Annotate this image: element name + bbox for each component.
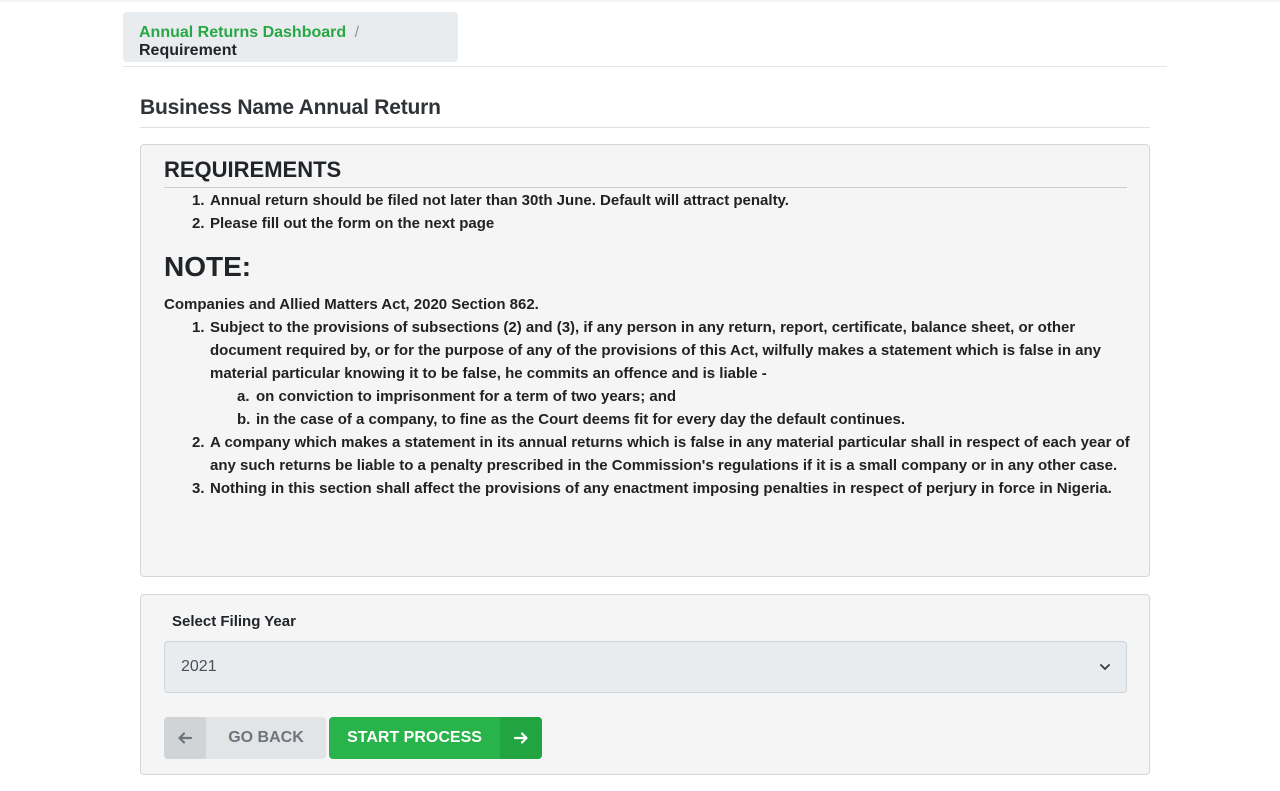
- filing-year-label: Select Filing Year: [172, 613, 296, 630]
- breadcrumb-current: Requirement: [139, 42, 237, 59]
- go-back-button[interactable]: GO BACK: [164, 717, 326, 759]
- provision-item: 3. Nothing in this section shall affect t…: [192, 480, 1112, 497]
- top-border: [0, 0, 1280, 2]
- breadcrumb-separator: /: [354, 24, 360, 41]
- breadcrumb-link-dashboard[interactable]: Annual Returns Dashboard: [139, 24, 346, 41]
- go-back-label: GO BACK: [228, 729, 304, 746]
- filing-year-value: 2021: [181, 658, 217, 675]
- provision-subitem: a. on conviction to imprisonment for a te…: [237, 388, 677, 405]
- requirements-list: 1. Annual return should be filed not late…: [192, 189, 1110, 235]
- start-process-button[interactable]: START PROCESS: [329, 717, 542, 759]
- filing-year-select[interactable]: 2021: [164, 641, 1127, 693]
- requirement-item: 2. Please fill out the form on the next p…: [192, 215, 495, 232]
- requirement-item: 1. Annual return should be filed not late…: [192, 192, 789, 209]
- act-title: Companies and Allied Matters Act, 2020 S…: [164, 296, 539, 313]
- page-title: Business Name Annual Return: [140, 96, 441, 119]
- filing-form-card: Select Filing Year 2021 GO BACK START PR…: [140, 594, 1150, 775]
- breadcrumb: Annual Returns Dashboard / Requirement: [123, 12, 458, 62]
- requirements-card: REQUIREMENTS 1. Annual return should be f…: [140, 144, 1150, 577]
- provision-subitem: b. in the case of a company, to fine as t…: [237, 411, 906, 428]
- title-divider: [140, 127, 1150, 128]
- arrow-left-icon: [164, 717, 206, 759]
- requirements-heading: REQUIREMENTS: [164, 157, 342, 182]
- start-process-label: START PROCESS: [347, 729, 482, 746]
- breadcrumb-divider: [123, 66, 1167, 67]
- provision-item: 1. Subject to the provisions of subsectio…: [192, 316, 1130, 431]
- requirements-divider: [164, 187, 1127, 188]
- provision-item: 2. A company which makes a statement in i…: [192, 434, 1130, 474]
- provision-sublist: a. on conviction to imprisonment for a te…: [237, 385, 1130, 431]
- chevron-down-icon: [1100, 664, 1110, 670]
- act-provisions-list: 1. Subject to the provisions of subsectio…: [192, 316, 1130, 500]
- arrow-right-icon: [500, 717, 542, 759]
- note-heading: NOTE:: [164, 251, 252, 282]
